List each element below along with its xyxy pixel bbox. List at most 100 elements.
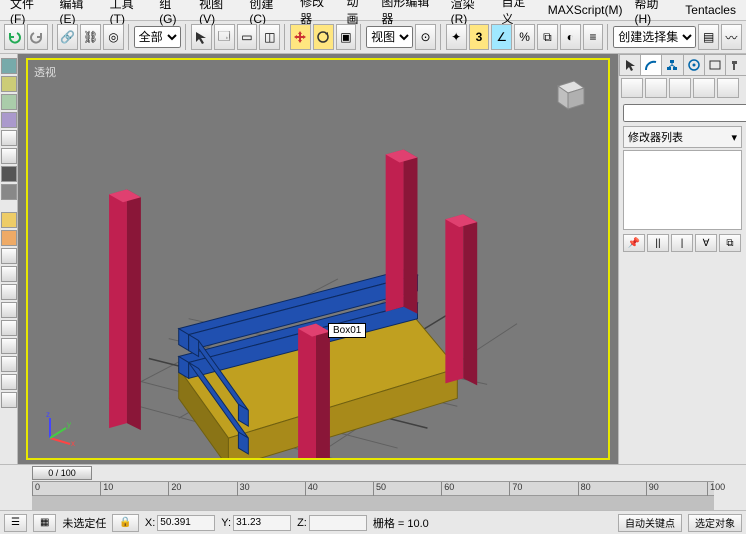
z-coord-field[interactable] [309, 515, 367, 531]
spinner-snap-button[interactable]: ⧉ [537, 24, 558, 50]
y-coord-field[interactable] [233, 515, 291, 531]
menu-customize[interactable]: 自定义 [495, 0, 541, 27]
tab-panel-7[interactable] [1, 166, 17, 182]
menu-group[interactable]: 组(G) [153, 0, 193, 26]
subtab-3[interactable] [669, 78, 691, 98]
tab-panel-1[interactable] [1, 58, 17, 74]
snap-toggle-button[interactable]: 3 [469, 24, 490, 50]
menu-views[interactable]: 视图(V) [193, 0, 243, 26]
time-slider[interactable]: 0 / 100 [32, 466, 92, 480]
menu-modifiers[interactable]: 修改器 [294, 0, 340, 27]
object-name-field[interactable] [623, 104, 746, 122]
select-region-button[interactable]: ▭ [237, 24, 258, 50]
pivot-center-button[interactable]: ⊙ [415, 24, 436, 50]
select-scale-button[interactable]: ▣ [336, 24, 357, 50]
tab-panel-8[interactable] [1, 184, 17, 200]
pin-stack-button[interactable]: 📌 [623, 234, 645, 252]
modify-tab[interactable] [640, 54, 662, 75]
tab-panel-12[interactable] [1, 266, 17, 282]
angle-snap-button[interactable]: ∠ [491, 24, 512, 50]
tab-panel-19[interactable] [1, 392, 17, 408]
undo-button[interactable] [4, 24, 25, 50]
tab-panel-6[interactable] [1, 148, 17, 164]
timeline: 0 / 100 0 10 20 30 40 50 60 70 80 90 100 [0, 464, 746, 510]
curve-editor-button[interactable]: 〰 [721, 24, 742, 50]
tab-panel-13[interactable] [1, 284, 17, 300]
menu-create[interactable]: 创建(C) [243, 0, 294, 26]
select-move-button[interactable] [290, 24, 311, 50]
window-crossing-button[interactable]: ◫ [259, 24, 280, 50]
redo-button[interactable] [27, 24, 48, 50]
subtab-5[interactable] [717, 78, 739, 98]
tab-panel-15[interactable] [1, 320, 17, 336]
z-label: Z: [297, 517, 307, 529]
menu-grapheditors[interactable]: 图形编辑器 [375, 0, 444, 27]
subtab-4[interactable] [693, 78, 715, 98]
align-button[interactable]: ≡ [583, 24, 604, 50]
menu-help[interactable]: 帮助(H) [628, 0, 679, 26]
display-tab[interactable] [704, 54, 726, 75]
make-unique-button[interactable]: | [671, 234, 693, 252]
percent-snap-button[interactable]: % [514, 24, 535, 50]
time-ruler: 0 10 20 30 40 50 60 70 80 90 100 [32, 482, 714, 496]
svg-text:y: y [67, 420, 71, 429]
script-listener-button[interactable]: ☰ [4, 514, 27, 532]
tab-panel-5[interactable] [1, 130, 17, 146]
create-tab[interactable] [619, 54, 641, 75]
perspective-viewport[interactable]: 透视 [26, 58, 610, 460]
tab-panel-17[interactable] [1, 356, 17, 372]
lock-selection-button[interactable]: 🔒 [112, 514, 138, 532]
link-button[interactable]: 🔗 [57, 24, 78, 50]
prompt-button[interactable]: ▦ [33, 514, 56, 532]
ref-coord-dropdown[interactable]: 视图 [366, 26, 413, 48]
show-end-result-button[interactable]: || [647, 234, 669, 252]
tab-panel-18[interactable] [1, 374, 17, 390]
lock-icon: 🔒 [119, 517, 131, 528]
select-object-button[interactable] [191, 24, 212, 50]
remove-mod-button[interactable]: ∀ [695, 234, 717, 252]
subtab-2[interactable] [645, 78, 667, 98]
utilities-tab[interactable] [725, 54, 746, 75]
hierarchy-tab[interactable] [661, 54, 683, 75]
motion-tab[interactable] [683, 54, 705, 75]
selection-filter-dropdown[interactable]: 全部 [134, 26, 181, 48]
view-cube[interactable] [548, 74, 588, 114]
arc-icon [644, 58, 658, 72]
menu-tentacles[interactable]: Tentacles [679, 3, 742, 17]
tab-panel-11[interactable] [1, 248, 17, 264]
auto-key-button[interactable]: 自动关键点 [618, 514, 682, 532]
tab-panel-3[interactable] [1, 94, 17, 110]
modifier-list-label: 修改器列表 [628, 129, 683, 145]
display-icon [708, 58, 722, 72]
named-sel-sets-dropdown[interactable]: 创建选择集 [613, 26, 696, 48]
track-bar[interactable]: 0 10 20 30 40 50 60 70 80 90 100 [32, 481, 714, 510]
set-key-sel-button[interactable]: 选定对象 [688, 514, 742, 532]
subtab-1[interactable] [621, 78, 643, 98]
modifier-list-dropdown[interactable]: 修改器列表 ▾ [623, 126, 742, 148]
unlink-button[interactable]: ⛓ [80, 24, 101, 50]
menu-rendering[interactable]: 渲染(R) [445, 0, 496, 26]
menu-edit[interactable]: 编辑(E) [54, 0, 104, 26]
manipulate-button[interactable]: ✦ [446, 24, 467, 50]
tab-panel-14[interactable] [1, 302, 17, 318]
menu-file[interactable]: 文件(F) [4, 0, 54, 26]
tab-panel-16[interactable] [1, 338, 17, 354]
modifier-stack[interactable] [623, 150, 742, 230]
tab-panel-10[interactable] [1, 230, 17, 246]
x-coord-field[interactable] [157, 515, 215, 531]
menu-animation[interactable]: 动画 [340, 0, 375, 27]
scene-3d [28, 60, 608, 458]
left-toolbar [0, 54, 18, 464]
layers-button[interactable]: ▤ [698, 24, 719, 50]
tab-panel-4[interactable] [1, 112, 17, 128]
mirror-button[interactable]: ◐ [560, 24, 581, 50]
select-by-name-button[interactable]: 🗔 [214, 24, 235, 50]
tab-panel-2[interactable] [1, 76, 17, 92]
tab-panel-9[interactable] [1, 212, 17, 228]
bind-space-warp-button[interactable]: ◎ [103, 24, 124, 50]
select-rotate-button[interactable] [313, 24, 334, 50]
configure-sets-button[interactable]: ⧉ [719, 234, 741, 252]
hierarchy-icon [665, 58, 679, 72]
menu-tools[interactable]: 工具(T) [104, 0, 154, 26]
menu-maxscript[interactable]: MAXScript(M) [542, 3, 629, 17]
